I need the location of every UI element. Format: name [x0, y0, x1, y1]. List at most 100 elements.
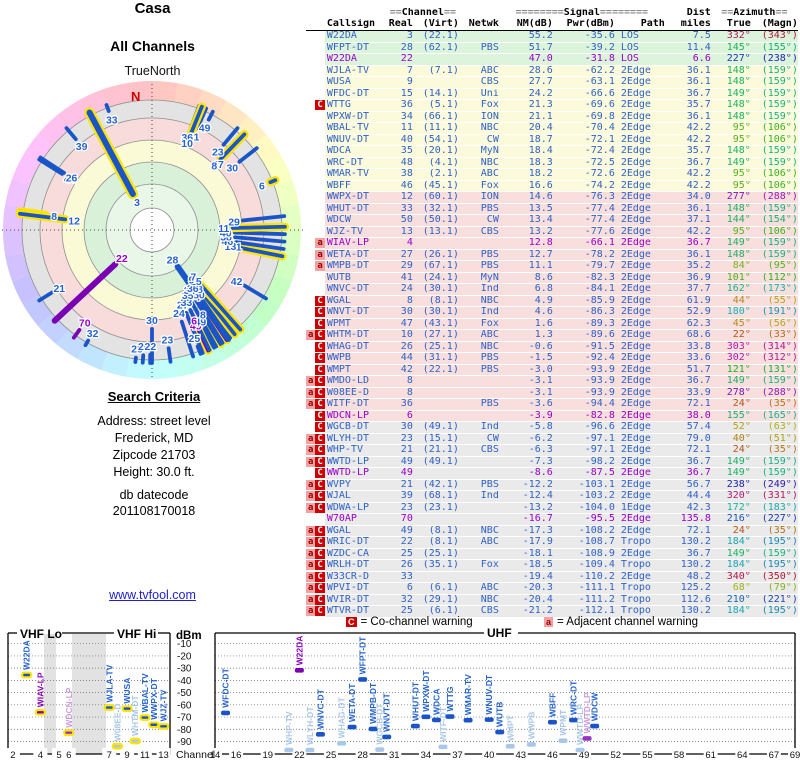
cell-magn-azimuth: (249°)	[750, 479, 798, 492]
adjacent-warning-badge: a	[306, 560, 316, 571]
warning-cell: C	[306, 341, 325, 354]
cell-path: 2Edge	[614, 168, 665, 181]
cell-miles: 42.2	[664, 180, 711, 193]
cell-true-azimuth: 95°	[710, 180, 751, 193]
cell-true-azimuth: 340°	[710, 571, 751, 584]
cell-nm: -6.2	[498, 433, 553, 446]
cell-callsign: WBAL-TV	[324, 122, 387, 135]
warning-cell	[306, 203, 325, 216]
cell-true-azimuth: 148°	[710, 99, 751, 112]
cell-callsign: WBFF	[324, 180, 387, 193]
cell-pwr: -63.1	[552, 76, 615, 89]
co-channel-warning-badge: C	[315, 456, 325, 467]
cell-real: 6	[386, 410, 413, 423]
cell-miles: 130.2	[664, 559, 711, 572]
cell-netwk: Ind	[458, 283, 499, 296]
cell-true-azimuth: 24°	[710, 525, 751, 538]
dbm-tick-label: -20	[177, 651, 192, 662]
cell-virt: (8.1)	[412, 525, 459, 538]
co-channel-warning-badge: C	[315, 376, 325, 387]
cell-virt	[412, 571, 459, 584]
cell-callsign: WWPX-DT	[324, 191, 387, 204]
cell-path: LOS	[614, 42, 665, 55]
cell-path: 2Edge	[614, 272, 665, 285]
cell-callsign: WGCB-DT	[324, 421, 387, 434]
cell-real: 50	[386, 214, 413, 227]
cell-callsign: WJAL	[324, 490, 387, 503]
chart-bar-label: WWPB	[526, 712, 536, 740]
cell-callsign: WRIC-DT	[324, 536, 387, 549]
cell-callsign: WFPT-DT	[324, 42, 387, 55]
cell-miles: 34.0	[664, 191, 711, 204]
cell-netwk	[458, 30, 499, 43]
warning-cell: aC	[306, 594, 325, 607]
search-criteria: Search Criteria Address: street level Fr…	[20, 388, 288, 481]
channel-tick-label: 19	[262, 750, 273, 761]
station-row: a WMPB-DT 29 (67.1) PBS 11.1 -79.7 2Edge 35.2 84°…	[306, 260, 798, 273]
cell-callsign: WDCW	[324, 214, 387, 227]
warning-cell	[306, 111, 325, 124]
cell-pwr: -97.1	[552, 433, 615, 446]
section-label-vhf-hi: VHF Hi	[117, 627, 156, 641]
chart-bar	[438, 744, 448, 750]
adjacent-warning-badge: a	[306, 445, 316, 456]
tvfool-link[interactable]: www.tvfool.com	[109, 588, 196, 602]
dbm-tick-label: -90	[177, 737, 192, 748]
co-channel-warning-badge: C	[315, 571, 325, 582]
warning-cell: aC	[306, 559, 325, 572]
station-row: WJZ-TV 13 (13.1) CBS 13.2 -77.6 2Edge 42.2 95° (1…	[306, 226, 798, 239]
cell-real: 6	[386, 582, 413, 595]
cell-path: 2Edge	[614, 180, 665, 193]
cell-virt: (26.1)	[412, 249, 459, 262]
cell-miles: 42.2	[664, 226, 711, 239]
cell-virt: (50.1)	[412, 214, 459, 227]
channel-tick-label: 64	[737, 750, 748, 761]
cell-path: 2Edge	[614, 111, 665, 124]
section-label-uhf: UHF	[487, 626, 512, 640]
cell-nm: 18.3	[498, 157, 553, 170]
section-label-vhf-lo: VHF Lo	[20, 627, 62, 641]
cell-nm: -7.3	[498, 456, 553, 469]
cell-netwk: ABC	[458, 168, 499, 181]
adjacent-warning-badge: a	[306, 594, 316, 605]
cell-true-azimuth: 303°	[710, 341, 751, 354]
warning-cell	[306, 42, 325, 55]
cell-nm: -20.4	[498, 594, 553, 607]
cell-real: 23	[386, 502, 413, 515]
db-datecode: db datecode 201108170018	[20, 487, 288, 519]
cell-nm: 4.9	[498, 295, 553, 308]
co-channel-warning-badge: C	[315, 422, 325, 433]
cell-nm: -18.5	[498, 559, 553, 572]
cell-real: 22	[386, 536, 413, 549]
cell-netwk: Fox	[458, 99, 499, 112]
cell-netwk: CBS	[458, 76, 499, 89]
cell-pwr: -84.1	[552, 283, 615, 296]
cell-netwk: PBS	[458, 249, 499, 262]
station-row: W22DA 22 47.0 -31.8 LOS 6.6 227° (238°)	[306, 53, 798, 66]
co-channel-warning-badge: C	[315, 525, 325, 536]
cell-miles: 79.0	[664, 433, 711, 446]
warning-cell: aC	[306, 456, 325, 469]
cell-path: 2Edge	[614, 398, 665, 411]
adjacent-warning-badge: a	[306, 387, 316, 398]
station-row: W22DA 3 (22.1) 55.2 -35.6 LOS 7.5 332° (343°)	[306, 30, 798, 43]
station-row: WDCA 35 (20.1) MyN 18.4 -72.4 2Edge 35.7 148° (15…	[306, 145, 798, 158]
cell-magn-azimuth: (159°)	[750, 375, 798, 388]
cell-magn-azimuth: (159°)	[750, 111, 798, 124]
cell-netwk: NBC	[458, 341, 499, 354]
warning-cell: aC	[306, 502, 325, 515]
warning-cell: aC	[306, 444, 325, 457]
cell-virt	[412, 387, 459, 400]
channel-tick-label: 31	[389, 750, 400, 761]
chart-bar-label: WPMT	[558, 709, 568, 736]
warning-cell: aC	[306, 479, 325, 492]
channel-tick-label: 25	[326, 750, 337, 761]
cell-pwr: -89.6	[552, 329, 615, 342]
cell-nm: 1.3	[498, 329, 553, 342]
cell-pwr: -79.7	[552, 260, 615, 273]
cell-pwr: -66.1	[552, 237, 615, 250]
warning-cell	[306, 180, 325, 193]
cell-netwk: CBS	[458, 226, 499, 239]
cell-callsign: W22DA	[324, 53, 387, 66]
cell-miles: 36.7	[664, 548, 711, 561]
